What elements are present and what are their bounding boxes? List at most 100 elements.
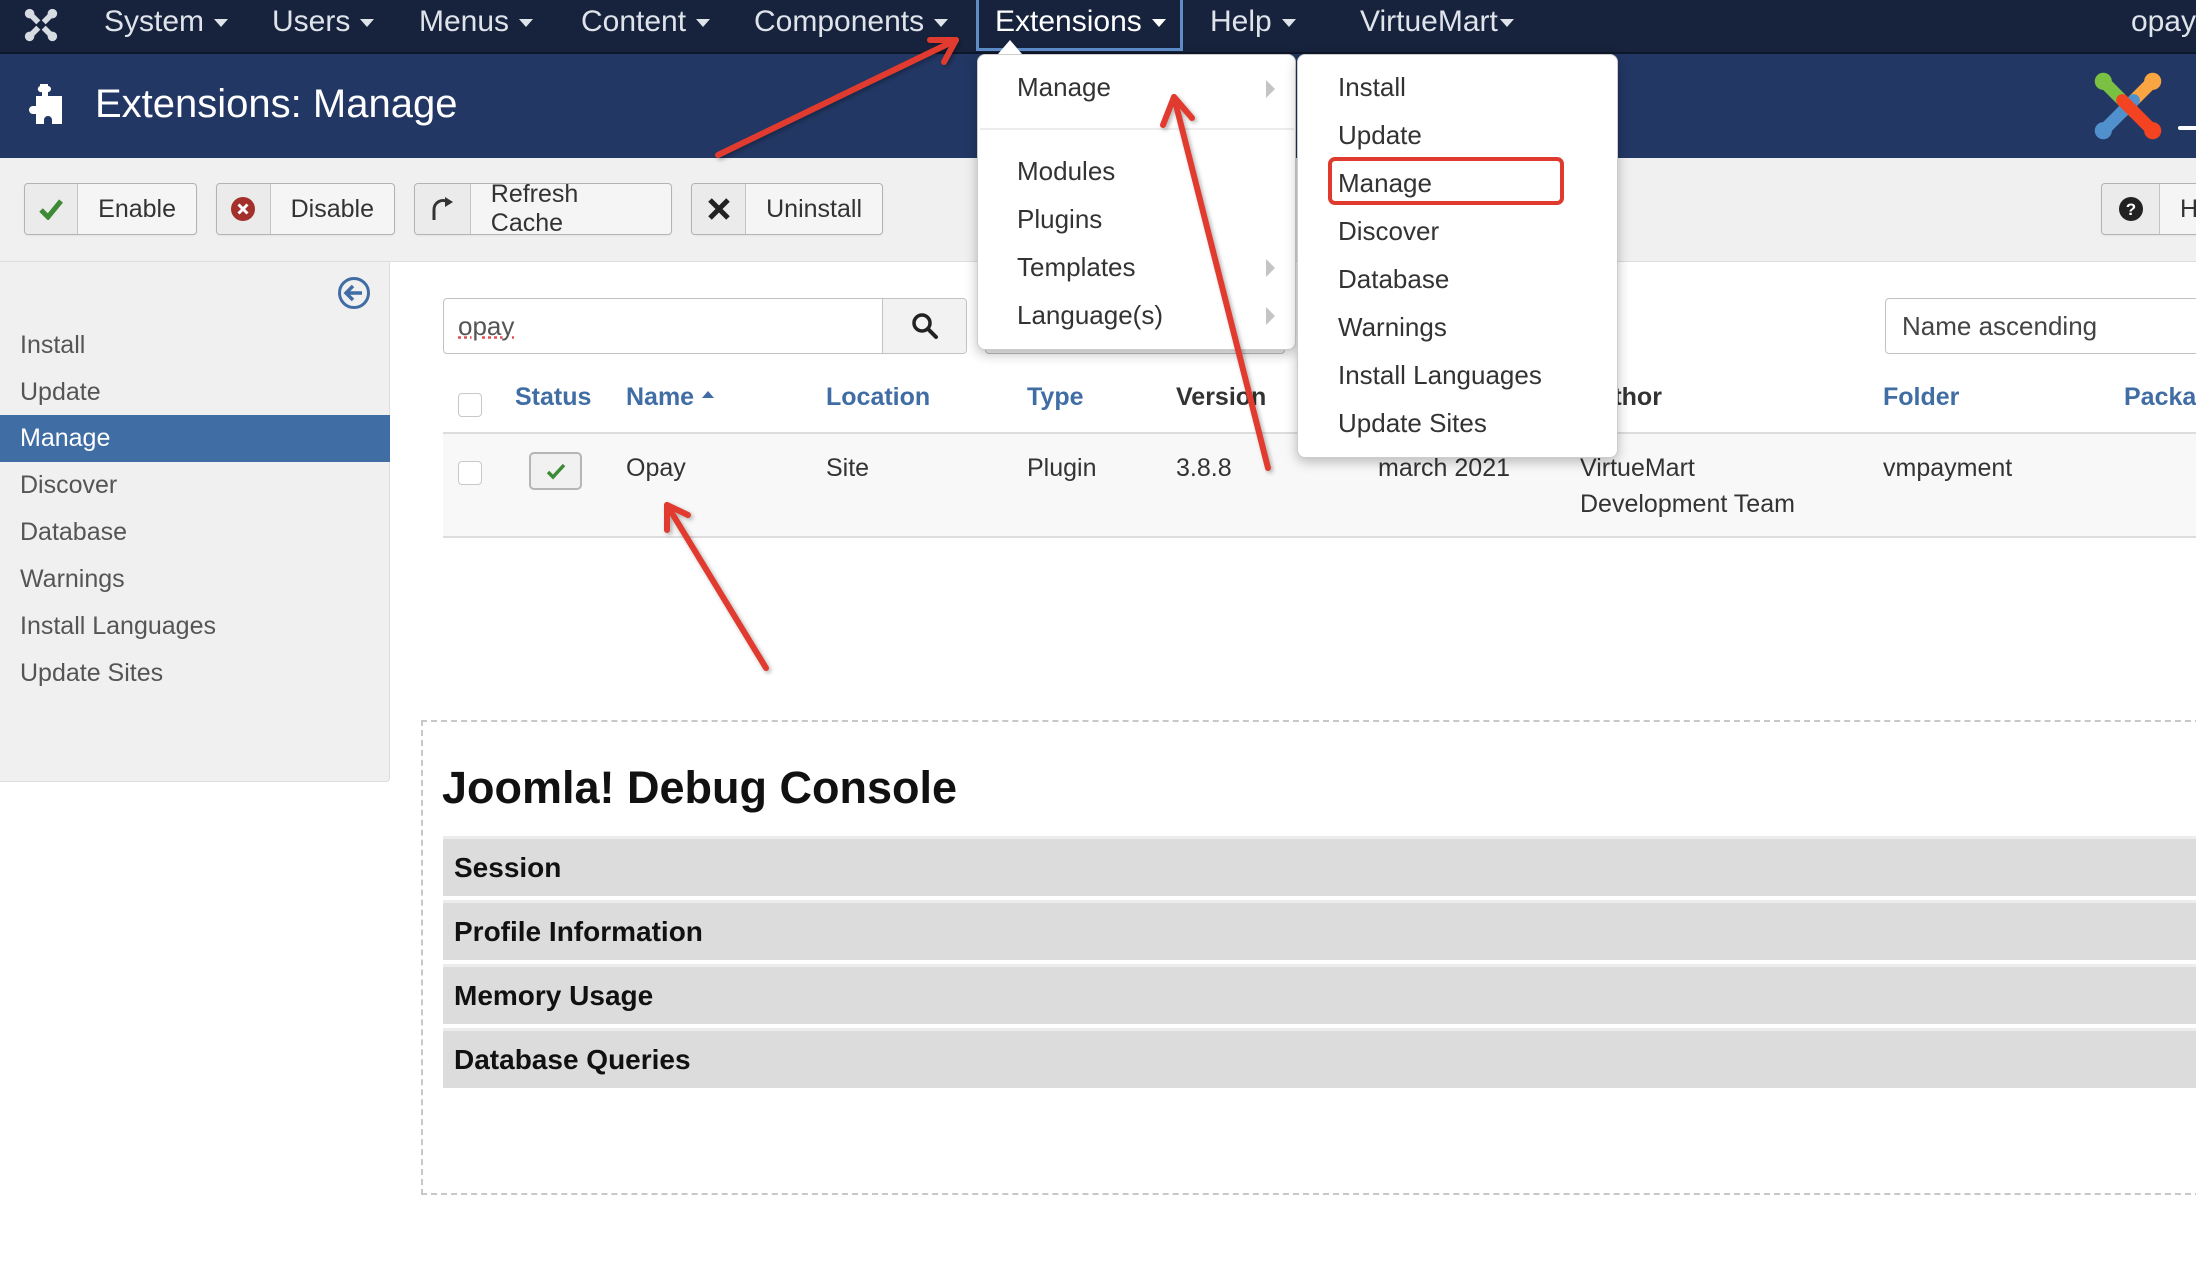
nav-users[interactable]: Users — [268, 0, 378, 52]
submenu-item-update[interactable]: Update — [1338, 120, 1422, 151]
nav-virtuemart-label: VirtueMart — [1360, 5, 1498, 38]
joomla-menu-icon[interactable] — [22, 6, 60, 44]
submenu-arrow-icon — [1266, 80, 1275, 98]
caret-down-icon — [1151, 19, 1166, 28]
submenu-arrow-icon — [1266, 259, 1275, 277]
sidebar-item-install-languages[interactable]: Install Languages — [0, 603, 390, 650]
enable-button[interactable]: Enable — [24, 183, 197, 235]
uninstall-label: Uninstall — [766, 194, 862, 223]
menu-item-languages[interactable]: Language(s) — [1017, 300, 1163, 331]
nav-virtuemart[interactable]: VirtueMart — [1356, 0, 1518, 52]
debug-section-profile-information[interactable]: Profile Information — [443, 900, 2196, 960]
top-navbar: System Users Menus Content Components Ex… — [0, 0, 2196, 54]
sort-ascending-icon — [702, 390, 715, 398]
caret-down-icon — [519, 19, 534, 28]
help-button[interactable]: ? H — [2101, 183, 2196, 235]
circle-x-icon — [217, 184, 271, 234]
debug-section-session[interactable]: Session — [443, 836, 2196, 896]
column-header-name-label: Name — [626, 383, 695, 411]
nav-content-label: Content — [581, 5, 687, 38]
logo-text-fragment — [2178, 126, 2196, 130]
check-icon — [546, 463, 565, 480]
caret-down-icon — [360, 19, 375, 28]
nav-components-label: Components — [754, 5, 925, 38]
status-toggle-button[interactable] — [529, 452, 582, 490]
sidebar-item-database[interactable]: Database — [0, 509, 390, 556]
manage-submenu — [1297, 54, 1618, 458]
sidebar-item-update[interactable]: Update — [0, 369, 390, 416]
nav-system[interactable]: System — [100, 0, 232, 52]
joomla-logo — [2094, 72, 2162, 140]
menu-item-modules[interactable]: Modules — [1017, 156, 1115, 187]
column-header-location[interactable]: Location — [826, 383, 930, 412]
column-header-package[interactable]: Packa — [2124, 383, 2196, 412]
sidebar-item-manage[interactable]: Manage — [0, 415, 390, 462]
refresh-icon — [415, 184, 471, 234]
puzzle-icon — [29, 84, 62, 124]
row-folder: vmpayment — [1883, 454, 2013, 482]
debug-console-title: Joomla! Debug Console — [442, 762, 958, 813]
column-header-type[interactable]: Type — [1027, 383, 1084, 412]
menu-divider — [980, 128, 1294, 130]
page-title: Extensions: Manage — [95, 82, 458, 126]
column-header-version: Version — [1176, 383, 1267, 411]
submenu-item-database[interactable]: Database — [1338, 264, 1449, 295]
menu-item-plugins[interactable]: Plugins — [1017, 204, 1102, 235]
x-icon — [692, 184, 747, 234]
column-header-name[interactable]: Name — [626, 383, 715, 412]
search-icon — [911, 313, 938, 339]
row-version: 3.8.8 — [1176, 454, 1232, 482]
annotation-highlight-box — [1328, 157, 1564, 205]
caret-down-icon — [1499, 19, 1514, 28]
refresh-cache-button[interactable]: Refresh Cache — [414, 180, 672, 237]
collapse-sidebar-icon[interactable] — [337, 276, 371, 310]
nav-users-label: Users — [272, 5, 351, 38]
nav-content[interactable]: Content — [577, 0, 714, 52]
nav-help[interactable]: Help — [1206, 0, 1300, 52]
debug-section-database-queries[interactable]: Database Queries — [443, 1028, 2196, 1088]
caret-down-icon — [934, 19, 949, 28]
question-icon: ? — [2102, 184, 2160, 234]
debug-section-memory-usage[interactable]: Memory Usage — [443, 964, 2196, 1024]
submenu-item-discover[interactable]: Discover — [1338, 216, 1439, 247]
menu-item-templates[interactable]: Templates — [1017, 252, 1136, 283]
submenu-item-update-sites[interactable]: Update Sites — [1338, 408, 1487, 439]
submenu-item-install-languages[interactable]: Install Languages — [1338, 360, 1542, 391]
nav-menus-label: Menus — [419, 5, 510, 38]
check-icon — [25, 184, 79, 234]
nav-menus[interactable]: Menus — [415, 0, 537, 52]
row-name-link[interactable]: Opay — [626, 450, 686, 486]
caret-down-icon — [214, 19, 229, 28]
select-all-checkbox[interactable] — [458, 393, 482, 417]
column-header-status[interactable]: Status — [515, 383, 591, 412]
sidebar-item-install[interactable]: Install — [0, 322, 390, 369]
sidebar-item-discover[interactable]: Discover — [0, 462, 390, 509]
search-box — [443, 298, 967, 354]
help-label: H — [2180, 194, 2196, 223]
menu-item-manage[interactable]: Manage — [1017, 72, 1111, 103]
submenu-item-warnings[interactable]: Warnings — [1338, 312, 1447, 343]
dropdown-pointer — [998, 40, 1022, 54]
refresh-cache-label: Refresh Cache — [490, 180, 579, 237]
enable-label: Enable — [98, 194, 176, 223]
row-author-line2: Development Team — [1580, 490, 1795, 518]
search-button[interactable] — [882, 299, 966, 353]
row-checkbox[interactable] — [458, 461, 482, 485]
uninstall-button[interactable]: Uninstall — [691, 183, 883, 235]
sidebar-item-update-sites[interactable]: Update Sites — [0, 650, 390, 697]
sidebar-item-warnings[interactable]: Warnings — [0, 556, 390, 603]
submenu-item-install[interactable]: Install — [1338, 72, 1406, 103]
row-type: Plugin — [1027, 454, 1097, 482]
column-header-folder[interactable]: Folder — [1883, 383, 1959, 412]
nav-extensions-label: Extensions — [995, 5, 1142, 38]
disable-label: Disable — [290, 194, 374, 223]
caret-down-icon — [1281, 19, 1296, 28]
svg-text:?: ? — [2125, 200, 2135, 219]
disable-button[interactable]: Disable — [216, 183, 395, 235]
nav-components[interactable]: Components — [750, 0, 952, 52]
sort-select[interactable]: Name ascending — [1885, 298, 2196, 354]
search-input[interactable] — [444, 299, 882, 353]
nav-user-menu[interactable]: opay — [2131, 0, 2196, 44]
caret-down-icon — [696, 19, 711, 28]
nav-help-label: Help — [1210, 5, 1272, 38]
